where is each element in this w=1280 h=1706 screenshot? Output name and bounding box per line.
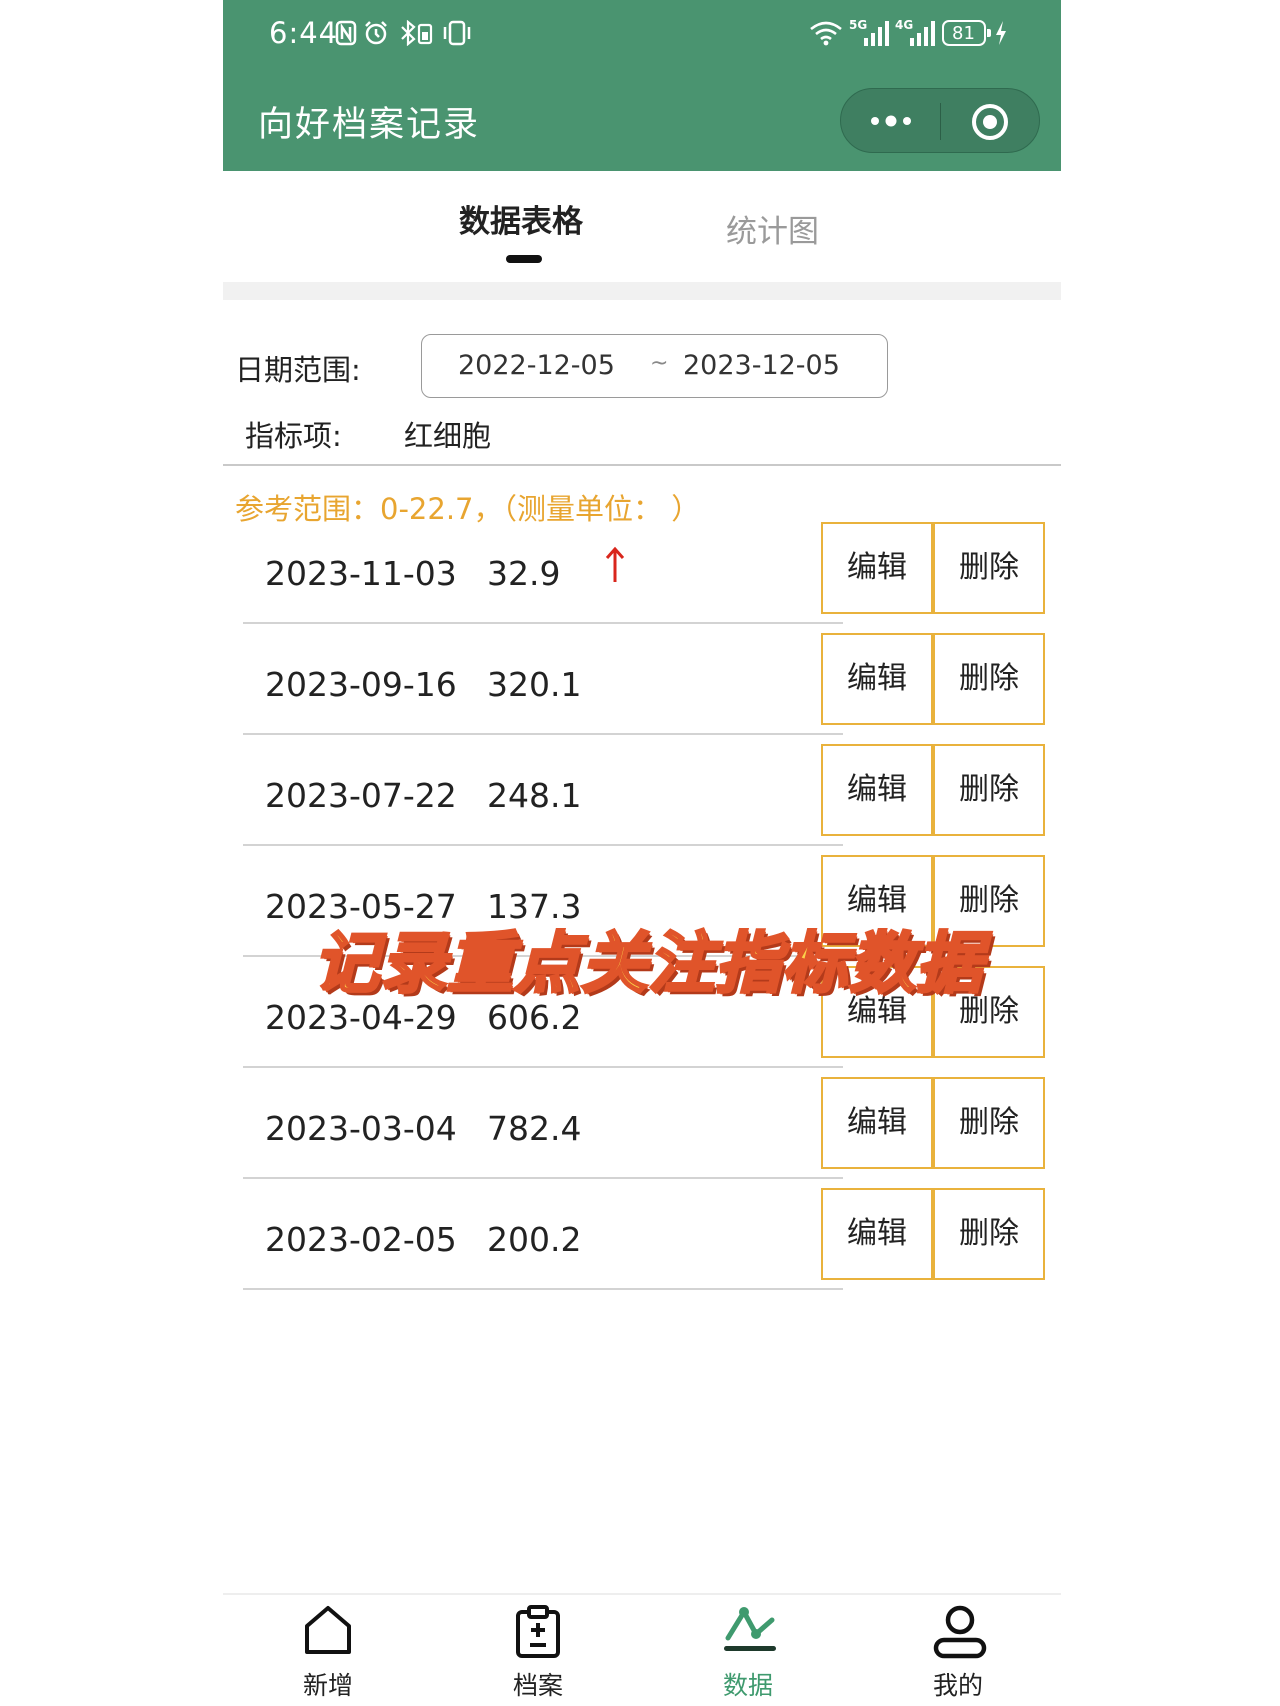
wifi-icon [810,21,842,46]
network-5g-label: 5G [849,18,868,32]
phone-screen: 6:44 5G 4G 81 向好档案记录 数据表格 统计图 日期范围: 2022… [223,0,1061,1706]
table-row: 2023-04-29 606.2 编辑 删除 [223,966,1061,1077]
date-range-label: 日期范围: [235,353,361,387]
arrow-up-icon [605,546,625,582]
capsule-divider [940,103,941,140]
nav-item-data[interactable]: 数据 [678,1600,818,1706]
table-row: 2023-03-04 782.4 编辑 删除 [223,1077,1061,1188]
record-date: 2023-05-27 [265,887,457,926]
record-date: 2023-04-29 [265,998,457,1037]
nav-item-archive[interactable]: 档案 [468,1600,608,1706]
home-icon [305,1606,351,1654]
clipboard-icon [516,1605,560,1658]
battery-level: 81 [952,23,975,44]
nav-label-archive: 档案 [512,1671,563,1700]
chart-line-icon [724,1607,776,1651]
record-value: 606.2 [487,998,582,1037]
user-icon [933,1605,987,1659]
nav-label-data: 数据 [722,1671,773,1700]
charging-icon [996,21,1006,45]
edit-button[interactable]: 编辑 [821,522,933,614]
metric-label: 指标项: [245,419,342,453]
row-divider [243,955,843,957]
bluetooth-icon [401,20,433,46]
app-header: 6:44 5G 4G 81 向好档案记录 [223,0,1061,171]
record-date: 2023-03-04 [265,1109,457,1148]
metric-selector[interactable]: 红细胞 [404,413,491,455]
row-divider [243,1177,843,1179]
delete-button[interactable]: 删除 [933,633,1045,725]
nfc-icon [335,20,357,46]
date-end[interactable]: 2023-12-05 [683,350,840,381]
delete-button[interactable]: 删除 [933,1188,1045,1280]
record-date: 2023-07-22 [265,776,457,815]
row-divider [243,622,843,624]
edit-button[interactable]: 编辑 [821,855,933,947]
record-value: 782.4 [487,1109,582,1148]
table-row: 2023-07-22 248.1 编辑 删除 [223,744,1061,855]
row-divider [243,1066,843,1068]
delete-button[interactable]: 删除 [933,1077,1045,1169]
delete-button[interactable]: 删除 [933,744,1045,836]
delete-button[interactable]: 删除 [933,855,1045,947]
mini-program-capsule [840,88,1040,153]
edit-button[interactable]: 编辑 [821,966,933,1058]
edit-button[interactable]: 编辑 [821,633,933,725]
target-circle-icon[interactable] [971,103,1009,141]
nav-item-mine[interactable]: 我的 [888,1600,1028,1706]
edit-button[interactable]: 编辑 [821,744,933,836]
nav-label-add: 新增 [302,1671,353,1700]
status-time: 6:44 [269,16,339,50]
record-date: 2023-09-16 [265,665,457,704]
date-start[interactable]: 2022-12-05 [458,350,615,381]
vibrate-icon [443,20,471,46]
tab-statistics-chart[interactable]: 统计图 [726,206,819,251]
date-separator: ~ [650,351,669,376]
table-row: 2023-09-16 320.1 编辑 删除 [223,633,1061,744]
nav-item-add[interactable]: 新增 [258,1600,398,1706]
nav-label-mine: 我的 [932,1671,983,1700]
edit-button[interactable]: 编辑 [821,1077,933,1169]
row-divider [243,733,843,735]
edit-button[interactable]: 编辑 [821,1188,933,1280]
record-date: 2023-02-05 [265,1220,457,1259]
table-row: 2023-02-05 200.2 编辑 删除 [223,1188,1061,1299]
bottom-nav-divider [223,1593,1061,1595]
alarm-icon [365,21,387,45]
app-title: 向好档案记录 [258,105,481,145]
more-dots-icon[interactable] [869,113,913,129]
row-divider [243,1288,843,1290]
record-date: 2023-11-03 [265,554,457,593]
filter-divider [223,464,1061,466]
battery-icon: 81 [942,20,991,46]
tab-data-table[interactable]: 数据表格 [459,196,583,241]
section-divider [223,282,1061,300]
active-tab-indicator [506,255,542,263]
network-4g-label: 4G [895,18,914,32]
record-value: 137.3 [487,887,582,926]
table-row: 2023-11-03 32.9 编辑 删除 [223,522,1061,633]
date-range-picker[interactable]: 2022-12-05 ~ 2023-12-05 [421,334,888,398]
record-value: 200.2 [487,1220,582,1259]
record-value: 248.1 [487,776,582,815]
row-divider [243,844,843,846]
table-row: 2023-05-27 137.3 编辑 删除 [223,855,1061,966]
record-value: 320.1 [487,665,582,704]
delete-button[interactable]: 删除 [933,522,1045,614]
record-value: 32.9 [487,554,561,593]
delete-button[interactable]: 删除 [933,966,1045,1058]
